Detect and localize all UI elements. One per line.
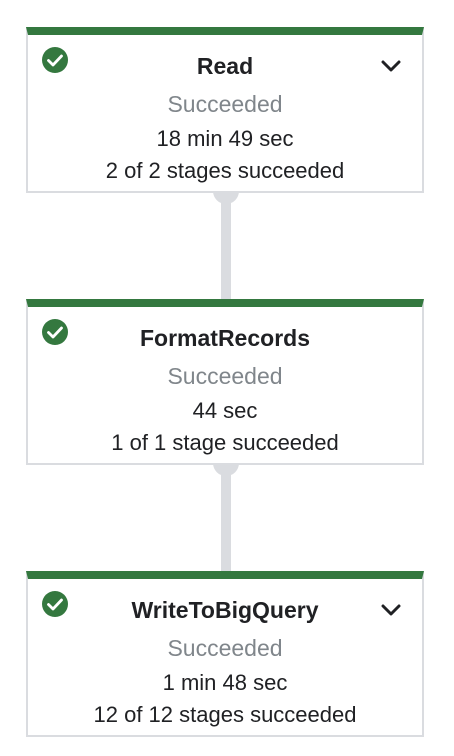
edge-read-to-formatrecords: [221, 193, 231, 299]
step-title: WriteToBigQuery: [131, 597, 319, 623]
step-status: Succeeded: [167, 91, 283, 117]
step-node-writetobigquery[interactable]: WriteToBigQuery Succeeded 1 min 48 sec 1…: [26, 571, 424, 737]
step-node-formatrecords[interactable]: FormatRecords Succeeded 44 sec 1 of 1 st…: [26, 299, 424, 465]
step-title: Read: [196, 53, 254, 79]
chevron-down-icon[interactable]: [380, 55, 402, 77]
step-status: Succeeded: [167, 363, 283, 389]
step-stages-summary: 12 of 12 stages succeeded: [93, 702, 357, 727]
step-duration: 18 min 49 sec: [156, 126, 294, 151]
step-duration: 44 sec: [192, 398, 258, 423]
step-status: Succeeded: [167, 635, 283, 661]
step-stages-summary: 1 of 1 stage succeeded: [111, 430, 339, 455]
step-stages-summary: 2 of 2 stages succeeded: [105, 158, 345, 183]
output-port: [213, 191, 239, 204]
edge-formatrecords-to-writetobigquery: [221, 465, 231, 571]
output-port: [213, 463, 239, 476]
job-graph: Read Succeeded 18 min 49 sec 2 of 2 stag…: [0, 0, 454, 756]
step-node-read[interactable]: Read Succeeded 18 min 49 sec 2 of 2 stag…: [26, 27, 424, 193]
step-title: FormatRecords: [140, 325, 310, 351]
step-duration: 1 min 48 sec: [162, 670, 288, 695]
chevron-down-icon[interactable]: [380, 599, 402, 621]
